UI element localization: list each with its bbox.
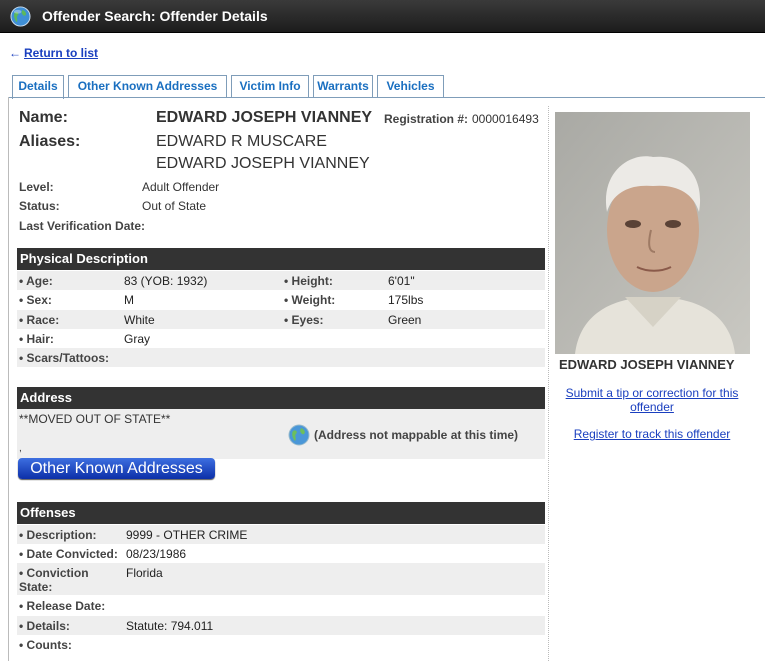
physical-row-hair: • Hair: Gray	[17, 329, 545, 348]
state-label-line-1: • Conviction	[19, 566, 89, 580]
offense-row-description: • Description: 9999 - OTHER CRIME	[17, 525, 545, 544]
physical-row-scars: • Scars/Tattoos:	[17, 348, 545, 367]
registration-number: 0000016493	[472, 112, 539, 126]
physical-row-age: • Age: 83 (YOB: 1932) • Height: 6'01"	[17, 271, 545, 290]
sex-label: • Sex:	[19, 293, 52, 307]
race-label: • Race:	[19, 313, 60, 327]
convicted-label: • Date Convicted:	[19, 547, 118, 561]
page-title: Offender Search: Offender Details	[42, 8, 268, 24]
physical-row-sex: • Sex: M • Weight: 175lbs	[17, 290, 545, 309]
registration-label: Registration #:	[384, 112, 469, 126]
address-header: Address	[17, 387, 545, 409]
offender-photo	[555, 112, 750, 354]
weight-value: 175lbs	[388, 293, 424, 307]
release-label: • Release Date:	[19, 599, 106, 613]
details-value: Statute: 794.011	[126, 619, 214, 633]
hair-label: • Hair:	[19, 332, 54, 346]
height-label: • Height:	[284, 274, 333, 288]
aliases-label: Aliases:	[19, 133, 81, 150]
eyes-label: • Eyes:	[284, 313, 324, 327]
age-value: 83 (YOB: 1932)	[124, 274, 208, 288]
eyes-value: Green	[388, 313, 422, 327]
level-value: Adult Offender	[142, 180, 220, 194]
offense-row-state: • Conviction State: Florida	[17, 563, 545, 595]
scars-label: • Scars/Tattoos:	[19, 351, 109, 365]
register-track-link[interactable]: Register to track this offender	[560, 427, 744, 441]
height-value: 6'01"	[388, 274, 415, 288]
name-label: Name:	[19, 109, 68, 126]
address-line-1: **MOVED OUT OF STATE**	[19, 412, 171, 426]
tab-other-known-addresses[interactable]: Other Known Addresses	[68, 75, 227, 97]
submit-tip-link[interactable]: Submit a tip or correction for this offe…	[560, 386, 744, 414]
state-label-line-2: State:	[19, 580, 53, 594]
status-value: Out of State	[142, 199, 207, 213]
offenses-header: Offenses	[17, 502, 545, 524]
offender-name: EDWARD JOSEPH VIANNEY	[156, 109, 373, 126]
other-known-addresses-button[interactable]: Other Known Addresses	[18, 458, 215, 479]
level-label: Level:	[19, 180, 54, 194]
globe-icon	[10, 6, 31, 27]
description-label: • Description:	[19, 528, 97, 542]
return-to-list-link[interactable]: ← Return to list	[9, 46, 98, 60]
description-value: 9999 - OTHER CRIME	[126, 528, 248, 542]
sex-value: M	[124, 293, 134, 307]
offense-row-release: • Release Date:	[17, 596, 545, 615]
weight-label: • Weight:	[284, 293, 336, 307]
map-note: (Address not mappable at this time)	[314, 428, 519, 442]
details-label: • Details:	[19, 619, 70, 633]
physical-description-header: Physical Description	[17, 248, 545, 270]
photo-caption: EDWARD JOSEPH VIANNEY	[559, 357, 735, 372]
race-value: White	[124, 313, 155, 327]
counts-label: • Counts:	[19, 638, 72, 652]
convicted-value: 08/23/1986	[126, 547, 187, 561]
hair-value: Gray	[124, 332, 151, 346]
submit-tip-line-1: Submit a tip or correction for this	[565, 386, 739, 400]
tab-vehicles[interactable]: Vehicles	[377, 75, 444, 97]
return-link-label: Return to list	[24, 46, 98, 60]
status-label: Status:	[19, 199, 60, 213]
offense-row-counts: • Counts:	[17, 635, 545, 654]
offense-row-convicted: • Date Convicted: 08/23/1986	[17, 544, 545, 563]
address-line-2: ,	[19, 443, 22, 454]
map-globe-icon	[288, 424, 310, 446]
submit-tip-line-2: offender	[630, 400, 674, 414]
tab-details[interactable]: Details	[12, 75, 64, 99]
physical-row-race: • Race: White • Eyes: Green	[17, 310, 545, 329]
alias-1: EDWARD R MUSCARE	[156, 133, 327, 150]
offense-row-details: • Details: Statute: 794.011	[17, 616, 545, 635]
tab-warrants[interactable]: Warrants	[313, 75, 373, 97]
age-label: • Age:	[19, 274, 53, 288]
arrow-left-icon: ←	[9, 46, 21, 60]
tab-victim-info[interactable]: Victim Info	[231, 75, 309, 97]
state-value: Florida	[126, 566, 163, 580]
verification-label: Last Verification Date:	[19, 219, 146, 233]
alias-2: EDWARD JOSEPH VIANNEY	[156, 155, 370, 172]
title-bar: Offender Search: Offender Details	[0, 0, 765, 33]
